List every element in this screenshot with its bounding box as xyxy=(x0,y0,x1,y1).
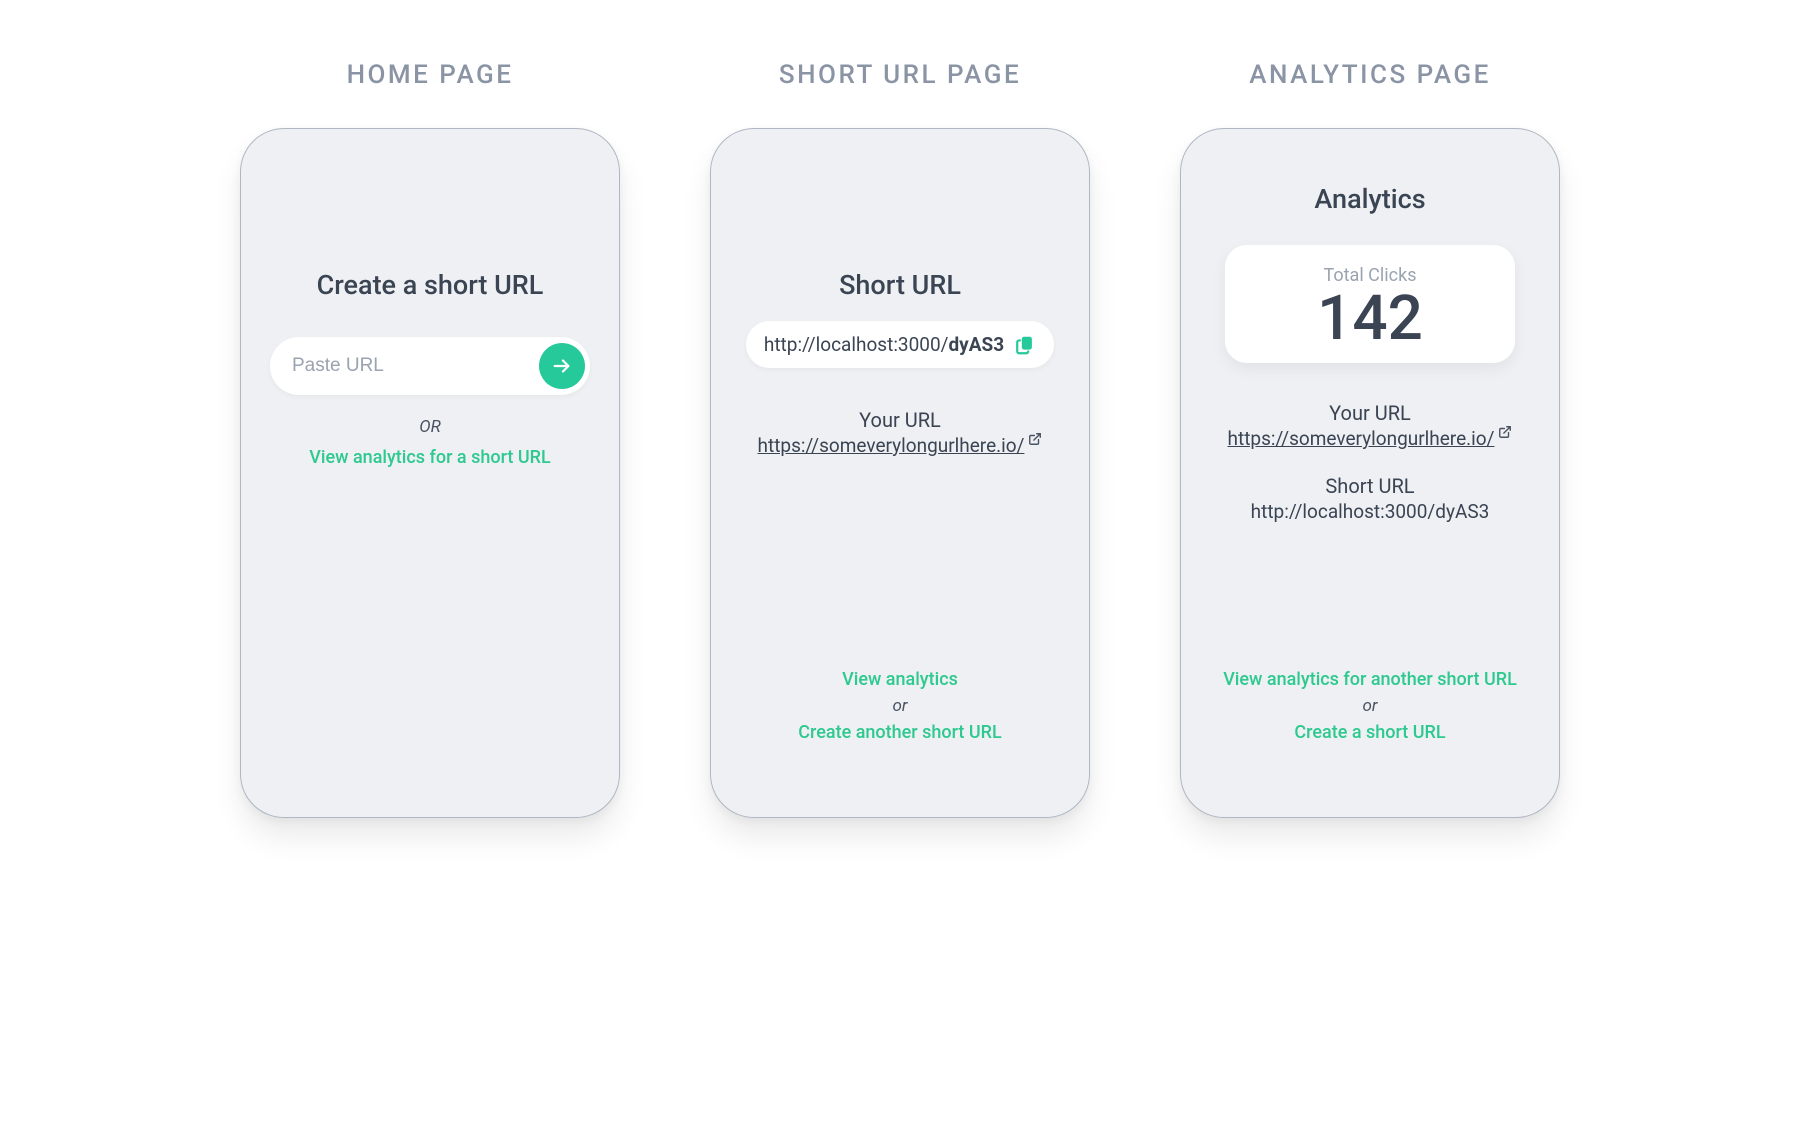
total-clicks-card: Total Clicks 142 xyxy=(1225,245,1515,363)
home-page-column: HOME PAGE Create a short URL OR View ana… xyxy=(240,60,620,818)
view-analytics-link[interactable]: View analytics xyxy=(842,669,958,690)
home-heading: Create a short URL xyxy=(317,269,544,301)
copy-icon[interactable] xyxy=(1014,334,1036,356)
your-url-label: Your URL xyxy=(859,408,941,432)
your-url-value: https://someverylongurlhere.io/ xyxy=(758,434,1025,457)
or-divider: or xyxy=(1363,696,1378,716)
your-url-value: https://someverylongurlhere.io/ xyxy=(1228,427,1495,450)
url-input[interactable] xyxy=(290,354,539,378)
analytics-heading: Analytics xyxy=(1314,183,1425,215)
view-another-analytics-link[interactable]: View analytics for another short URL xyxy=(1223,669,1517,690)
external-link-icon xyxy=(1028,432,1042,446)
create-short-url-link[interactable]: Create a short URL xyxy=(1294,722,1445,743)
create-another-link[interactable]: Create another short URL xyxy=(798,722,1001,743)
analytics-page-column: ANALYTICS PAGE Analytics Total Clicks 14… xyxy=(1180,60,1560,818)
arrow-right-icon xyxy=(551,355,573,377)
or-divider: OR xyxy=(419,417,441,437)
url-input-row xyxy=(270,337,590,395)
shorturl-heading: Short URL xyxy=(839,269,961,301)
home-page-title: HOME PAGE xyxy=(347,60,514,90)
short-url-code: dyAS3 xyxy=(948,333,1004,356)
or-divider: or xyxy=(892,696,907,716)
total-clicks-value: 142 xyxy=(1235,286,1505,351)
your-url-link[interactable]: https://someverylongurlhere.io/ xyxy=(1228,427,1513,450)
home-page-device: Create a short URL OR View analytics for… xyxy=(240,128,620,818)
short-url-pill: http://localhost:3000/dyAS3 xyxy=(746,321,1054,368)
external-link-icon xyxy=(1498,425,1512,439)
shorturl-page-device: Short URL http://localhost:3000/dyAS3 Yo… xyxy=(710,128,1090,818)
analytics-page-device: Analytics Total Clicks 142 Your URL http… xyxy=(1180,128,1560,818)
analytics-page-title: ANALYTICS PAGE xyxy=(1249,60,1491,90)
your-url-link[interactable]: https://someverylongurlhere.io/ xyxy=(758,434,1043,457)
short-url-label: Short URL xyxy=(1325,474,1414,498)
short-url-value: http://localhost:3000/dyAS3 xyxy=(1251,500,1490,523)
your-url-label: Your URL xyxy=(1329,401,1411,425)
shorturl-page-column: SHORT URL PAGE Short URL http://localhos… xyxy=(710,60,1090,818)
submit-button[interactable] xyxy=(539,343,585,389)
view-analytics-link[interactable]: View analytics for a short URL xyxy=(309,447,550,468)
shorturl-page-title: SHORT URL PAGE xyxy=(779,60,1021,90)
short-url-prefix: http://localhost:3000/ xyxy=(764,333,949,356)
